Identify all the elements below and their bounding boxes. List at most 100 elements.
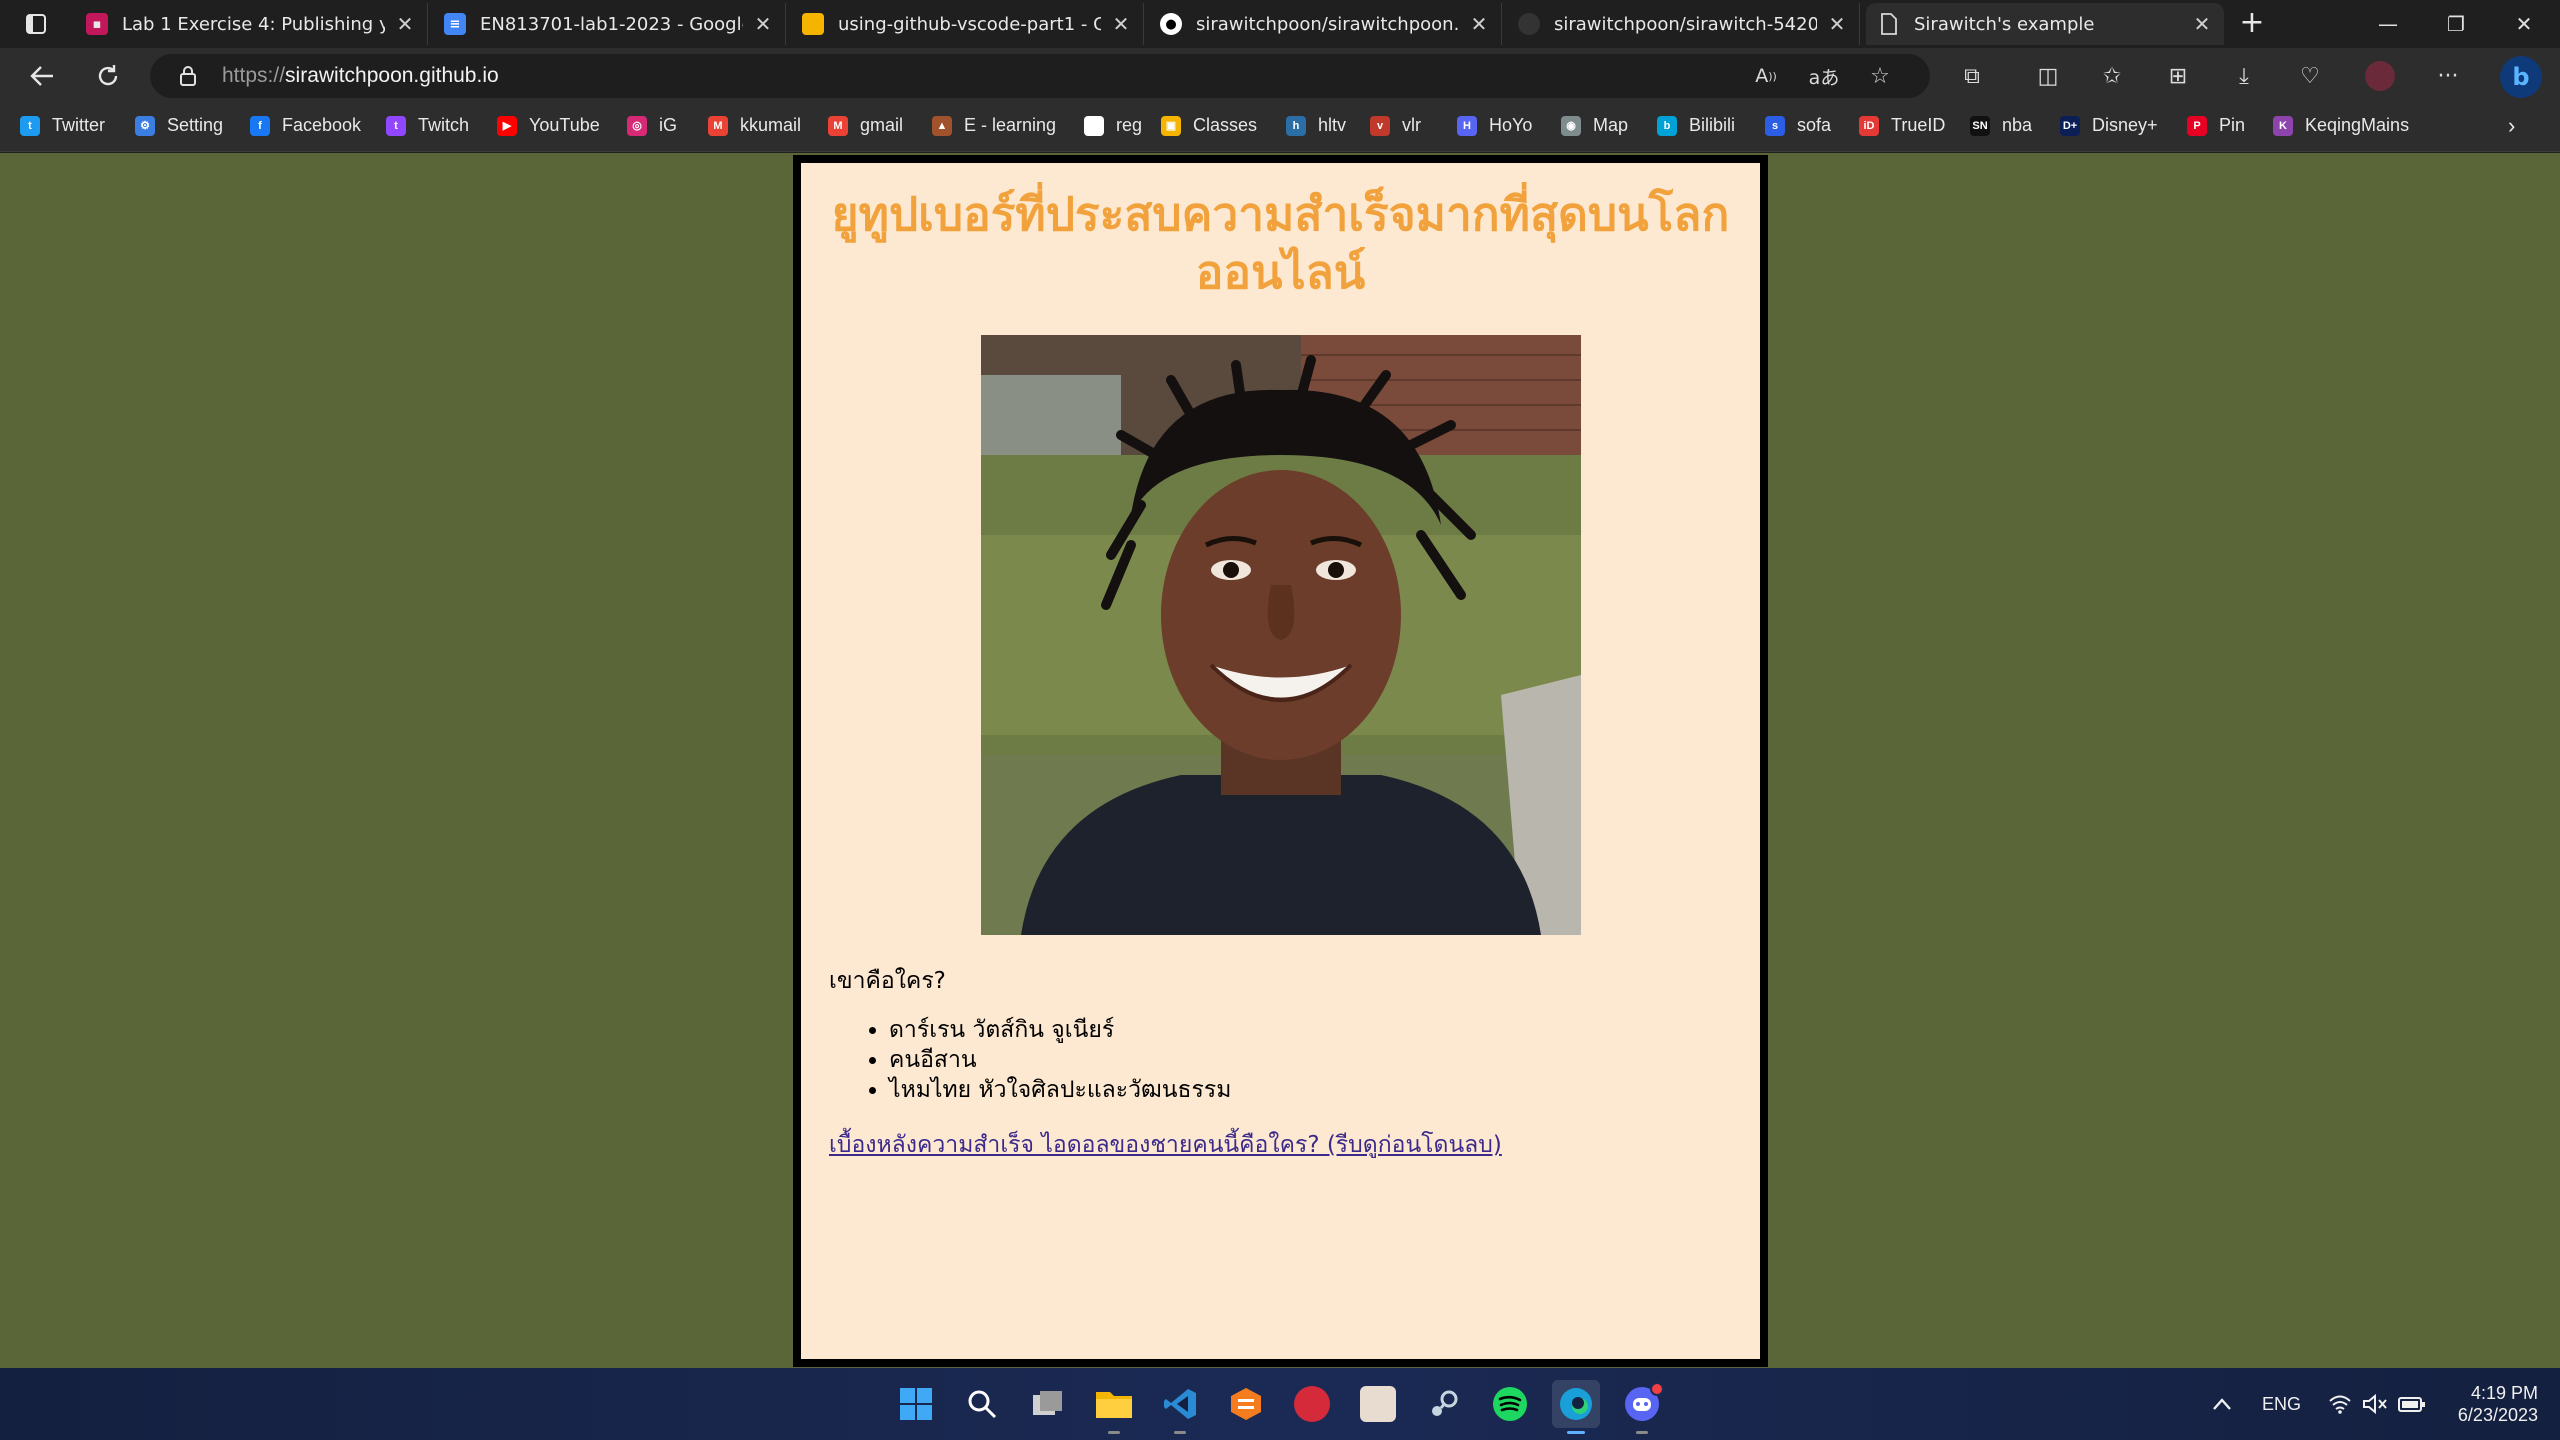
steam-icon[interactable] [1420, 1380, 1468, 1428]
trueid-icon: iD [1859, 115, 1879, 136]
favorite-reg[interactable]: Areg [1084, 115, 1142, 136]
close-tab-icon[interactable]: ✕ [1827, 12, 1847, 36]
anime-app-icon[interactable] [1354, 1380, 1402, 1428]
pinterest-icon: P [2187, 115, 2207, 136]
github-icon [1518, 13, 1540, 35]
tab-google-doc[interactable]: ≡ EN813701-lab1-2023 - Google D ✕ [432, 3, 786, 45]
battery-icon[interactable] [2398, 1368, 2426, 1440]
browser-essentials-icon[interactable]: ♡ [2292, 58, 2328, 94]
favorite-e-learning[interactable]: ▲ E - learning [932, 115, 1056, 136]
favorites-icon[interactable]: ✩ [2094, 58, 2130, 94]
favorite-keqingmains[interactable]: K KeqingMains [2273, 115, 2409, 136]
tab-actions-icon [26, 14, 46, 34]
running-indicator [1567, 1431, 1585, 1434]
split-screen-icon[interactable]: ◫ [2030, 58, 2066, 94]
tab-sirawitch-example[interactable]: Sirawitch's example ✕ [1866, 3, 2224, 45]
favorite-twitch[interactable]: t Twitch [386, 115, 469, 136]
gmail-icon: M [828, 115, 848, 136]
favorite-hoyo[interactable]: H HoYo [1457, 115, 1532, 136]
reg-icon: A [1084, 115, 1104, 136]
favorite-label: HoYo [1489, 115, 1533, 135]
wifi-icon[interactable] [2328, 1368, 2352, 1440]
favorite-setting[interactable]: ⚙ Setting [135, 115, 223, 136]
favorite-facebook[interactable]: f Facebook [250, 115, 361, 136]
favorite-pin[interactable]: P Pin [2187, 115, 2245, 136]
favorite-nba[interactable]: SN nba [1970, 115, 2032, 136]
favorite-sofa[interactable]: s sofa [1765, 115, 1831, 136]
github-icon: ● [1160, 13, 1182, 35]
file-explorer-icon[interactable] [1090, 1380, 1138, 1434]
favorite-gmail[interactable]: Mgmail [828, 115, 903, 136]
favorite-trueid[interactable]: iD TrueID [1859, 115, 1945, 136]
sublime-icon[interactable] [1222, 1380, 1270, 1428]
minimize-button[interactable]: — [2354, 0, 2422, 48]
favorite-youtube[interactable]: ▶ YouTube [497, 115, 600, 136]
tab-google-slides[interactable]: using-github-vscode-part1 - Goo ✕ [790, 3, 1144, 45]
favorite-hltv[interactable]: h hltv [1286, 115, 1346, 136]
favorite-label: Pin [2219, 115, 2246, 135]
new-tab-button[interactable]: + [2234, 6, 2270, 42]
tab-github-repo-2[interactable]: sirawitchpoon/sirawitch-5420-we ✕ [1506, 3, 1860, 45]
favorite-label: sofa [1797, 115, 1832, 135]
back-button[interactable] [22, 56, 62, 96]
favorite-classes[interactable]: ▣ Classes [1161, 115, 1257, 136]
favorite-ig[interactable]: ◎ iG [627, 115, 677, 136]
favorite-map[interactable]: ◉ Map [1561, 115, 1628, 136]
start-icon[interactable] [892, 1380, 940, 1428]
search-icon[interactable] [958, 1380, 1006, 1428]
extensions-icon[interactable]: ⧉ [1954, 58, 1990, 94]
collections-icon[interactable]: ⊞ [2160, 58, 2196, 94]
edge-icon[interactable] [1552, 1380, 1600, 1434]
vscode-icon[interactable] [1156, 1380, 1204, 1434]
refresh-button[interactable] [88, 56, 128, 96]
clock-date: 6/23/2023 [2457, 1405, 2538, 1425]
translate-icon[interactable]: aあ [1806, 58, 1842, 94]
downloads-icon[interactable]: ⤓ [2226, 58, 2262, 94]
profile-avatar[interactable] [2362, 58, 2398, 94]
spotify-icon[interactable] [1486, 1380, 1534, 1428]
tab-lab1-exercise[interactable]: ▪ Lab 1 Exercise 4: Publishing your ✕ [74, 3, 428, 45]
lock-icon[interactable] [178, 65, 198, 87]
close-tab-icon[interactable]: ✕ [1111, 12, 1131, 36]
show-hidden-icons-chevron-icon[interactable] [2212, 1368, 2232, 1440]
game-app-icon[interactable] [1288, 1380, 1336, 1428]
favorite-label: Twitch [418, 115, 470, 135]
close-tab-icon[interactable]: ✕ [1469, 12, 1489, 36]
address-bar[interactable]: https://sirawitchpoon.github.io A)) aあ ☆ [150, 54, 1930, 98]
read-aloud-icon[interactable]: A)) [1748, 58, 1784, 94]
docs-icon: ≡ [444, 13, 466, 35]
windows-taskbar: ENG 4:19 PM 6/23/2023 [0, 1368, 2560, 1440]
favorite-bilibili[interactable]: b Bilibili [1657, 115, 1735, 136]
twitter-icon: t [20, 115, 40, 136]
favorite-label: nba [2002, 115, 2033, 135]
favorite-kkumail[interactable]: Mkkumail [708, 115, 801, 136]
close-tab-icon[interactable]: ✕ [395, 12, 415, 36]
hltv-icon: h [1286, 115, 1306, 136]
favorite-twitter[interactable]: t Twitter [20, 115, 105, 136]
bing-chat-icon[interactable]: b [2500, 56, 2542, 98]
close-tab-icon[interactable]: ✕ [753, 12, 773, 36]
language-indicator[interactable]: ENG [2262, 1368, 2301, 1440]
favorite-disney[interactable]: D+ Disney+ [2060, 115, 2158, 136]
favorite-label: gmail [860, 115, 904, 135]
system-clock[interactable]: 4:19 PM 6/23/2023 [2458, 1382, 2538, 1426]
task-view-icon[interactable] [1024, 1380, 1072, 1428]
close-window-button[interactable]: ✕ [2490, 0, 2558, 48]
running-indicator [1174, 1431, 1186, 1434]
more-menu-icon[interactable]: ··· [2430, 58, 2466, 94]
close-tab-icon[interactable]: ✕ [2192, 12, 2212, 36]
discord-icon[interactable] [1618, 1380, 1666, 1434]
tab-github-repo[interactable]: ● sirawitchpoon/sirawitchpoon.git ✕ [1148, 3, 1502, 45]
sofa-icon: s [1765, 115, 1785, 136]
story-link[interactable]: เบื้องหลังความสำเร็จ ไอดอลของชายคนนี้คือ… [829, 1127, 1502, 1163]
favorite-vlr[interactable]: v vlr [1370, 115, 1421, 136]
tab-actions-button[interactable] [0, 0, 72, 48]
favorite-star-icon[interactable]: ☆ [1862, 58, 1898, 94]
favorite-label: reg [1116, 115, 1143, 135]
favorites-overflow-chevron-icon[interactable]: › [2508, 113, 2515, 139]
favorite-label: TrueID [1891, 115, 1946, 135]
profile-photo [981, 335, 1581, 935]
volume-muted-icon[interactable] [2362, 1368, 2388, 1440]
favorite-label: KeqingMains [2305, 115, 2410, 135]
restore-button[interactable]: ❐ [2422, 0, 2490, 48]
